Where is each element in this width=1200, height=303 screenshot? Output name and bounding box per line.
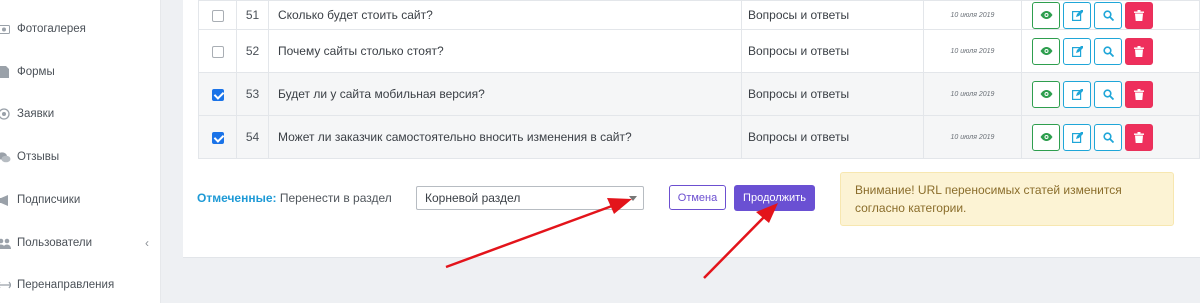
image-icon — [0, 23, 11, 35]
arrows-icon — [0, 279, 11, 291]
row-title[interactable]: Сколько будет стоить сайт? — [268, 0, 742, 30]
search-button[interactable] — [1094, 37, 1122, 65]
target-section-select[interactable]: Корневой раздел — [416, 186, 644, 210]
row-number: 54 — [236, 115, 269, 159]
chevron-down-icon — [629, 196, 637, 201]
row-section: Вопросы и ответы — [741, 29, 924, 73]
row-actions — [1021, 72, 1200, 116]
search-button[interactable] — [1094, 123, 1122, 151]
view-button[interactable] — [1032, 37, 1060, 65]
delete-button[interactable] — [1125, 1, 1153, 29]
edit-button[interactable] — [1063, 123, 1091, 151]
row-actions — [1021, 0, 1200, 30]
row-actions — [1021, 29, 1200, 73]
comments-icon — [0, 151, 11, 163]
row-section: Вопросы и ответы — [741, 72, 924, 116]
row-number: 51 — [236, 0, 269, 30]
trash-icon — [1134, 45, 1144, 57]
megaphone-icon — [0, 194, 11, 206]
eye-icon — [1040, 47, 1052, 55]
search-icon — [1102, 9, 1114, 21]
row-select-cell — [198, 115, 237, 159]
sidebar-item-reviews[interactable]: Отзывы — [0, 147, 161, 167]
delete-button[interactable] — [1125, 80, 1153, 108]
row-title[interactable]: Будет ли у сайта мобильная версия? — [268, 72, 742, 116]
row-date: 10 июля 2019 — [923, 29, 1022, 73]
row-select-cell — [198, 29, 237, 73]
chevron-left-icon[interactable]: ‹ — [145, 236, 149, 250]
row-section: Вопросы и ответы — [741, 115, 924, 159]
search-icon — [1102, 88, 1114, 100]
table-row: 51 Сколько будет стоить сайт? Вопросы и … — [198, 0, 1200, 30]
eye-icon — [1040, 133, 1052, 141]
view-button[interactable] — [1032, 123, 1060, 151]
row-date: 10 июля 2019 — [923, 72, 1022, 116]
sidebar: Фотогалерея Формы Заявки Отзывы Подписчи… — [0, 0, 161, 303]
sidebar-item-label: Подписчики — [17, 194, 81, 206]
articles-table: 51 Сколько будет стоить сайт? Вопросы и … — [198, 0, 1200, 159]
table-row: 54 Может ли заказчик самостоятельно внос… — [198, 115, 1200, 159]
edit-icon — [1071, 88, 1083, 100]
sidebar-item-label: Фотогалерея — [17, 23, 86, 35]
row-checkbox[interactable] — [211, 9, 224, 22]
row-select-cell — [198, 72, 237, 116]
bulk-selected-label: Отмеченные: — [197, 191, 277, 205]
search-icon — [1102, 45, 1114, 57]
sidebar-item-label: Формы — [17, 66, 55, 78]
target-icon — [0, 108, 11, 120]
eye-icon — [1040, 90, 1052, 98]
document-icon — [0, 66, 11, 78]
row-title[interactable]: Почему сайты столько стоят? — [268, 29, 742, 73]
edit-button[interactable] — [1063, 1, 1091, 29]
trash-icon — [1134, 131, 1144, 143]
trash-icon — [1134, 88, 1144, 100]
view-button[interactable] — [1032, 80, 1060, 108]
row-actions — [1021, 115, 1200, 159]
bulk-move-label: Перенести в раздел — [276, 191, 392, 205]
row-checkbox[interactable] — [211, 88, 224, 101]
sidebar-item-forms[interactable]: Формы — [0, 62, 161, 82]
table-row: 53 Будет ли у сайта мобильная версия? Во… — [198, 72, 1200, 116]
sidebar-item-redirects[interactable]: Перенаправления — [0, 275, 161, 295]
trash-icon — [1134, 9, 1144, 21]
row-number: 53 — [236, 72, 269, 116]
search-icon — [1102, 131, 1114, 143]
sidebar-item-subscribers[interactable]: Подписчики — [0, 190, 161, 210]
edit-button[interactable] — [1063, 80, 1091, 108]
bulk-action-label: Отмеченные: Перенести в раздел — [197, 191, 392, 205]
search-button[interactable] — [1094, 1, 1122, 29]
url-change-warning: Внимание! URL переносимых статей изменит… — [840, 172, 1174, 226]
row-checkbox[interactable] — [211, 45, 224, 58]
search-button[interactable] — [1094, 80, 1122, 108]
edit-icon — [1071, 45, 1083, 57]
sidebar-item-label: Пользователи — [17, 237, 93, 249]
edit-icon — [1071, 9, 1083, 21]
users-icon — [0, 237, 11, 249]
table-row: 52 Почему сайты столько стоят? Вопросы и… — [198, 29, 1200, 73]
row-date: 10 июля 2019 — [923, 0, 1022, 30]
delete-button[interactable] — [1125, 37, 1153, 65]
row-checkbox[interactable] — [211, 131, 224, 144]
cancel-button[interactable]: Отмена — [669, 185, 726, 210]
sidebar-item-label: Отзывы — [17, 151, 60, 163]
sidebar-item-requests[interactable]: Заявки — [0, 104, 161, 124]
edit-icon — [1071, 131, 1083, 143]
select-value: Корневой раздел — [425, 191, 521, 205]
sidebar-item-users[interactable]: Пользователи ‹ — [0, 233, 161, 253]
row-select-cell — [198, 0, 237, 30]
continue-button[interactable]: Продолжить — [734, 185, 815, 211]
delete-button[interactable] — [1125, 123, 1153, 151]
sidebar-item-photogallery[interactable]: Фотогалерея — [0, 19, 161, 39]
edit-button[interactable] — [1063, 37, 1091, 65]
sidebar-item-label: Перенаправления — [17, 279, 115, 291]
sidebar-item-label: Заявки — [17, 108, 55, 120]
row-number: 52 — [236, 29, 269, 73]
view-button[interactable] — [1032, 1, 1060, 29]
eye-icon — [1040, 11, 1052, 19]
row-title[interactable]: Может ли заказчик самостоятельно вносить… — [268, 115, 742, 159]
row-section: Вопросы и ответы — [741, 0, 924, 30]
row-date: 10 июля 2019 — [923, 115, 1022, 159]
